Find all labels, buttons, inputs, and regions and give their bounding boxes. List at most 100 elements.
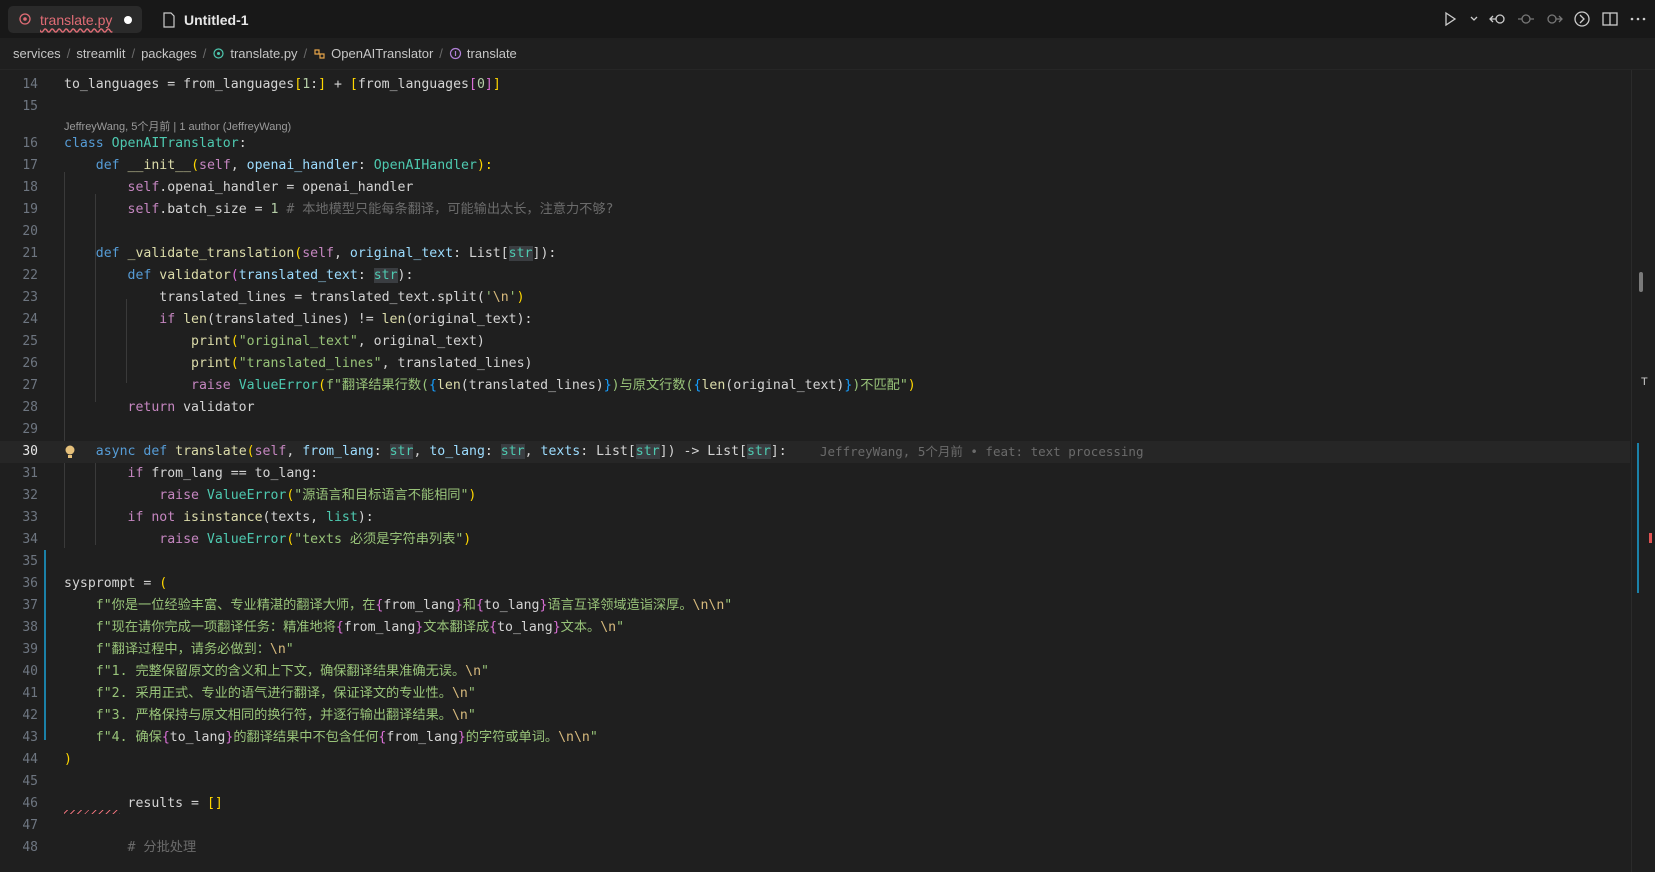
code-text: f"1. 完整保留原文的含义和上下文，确保翻译结果准确无误。\n" xyxy=(95,664,489,679)
line-number: 14 xyxy=(22,77,38,92)
unsaved-dot-icon[interactable] xyxy=(124,16,132,24)
open-changes-icon[interactable] xyxy=(1573,10,1591,28)
code-text: to_languages = from_languages[1:] + [fro… xyxy=(64,77,501,92)
code-text: raise ValueError(f"翻译结果行数({len(translate… xyxy=(191,378,916,393)
line-number: 44 xyxy=(22,752,38,767)
line-number: 15 xyxy=(22,99,38,114)
split-editor-icon[interactable] xyxy=(1601,10,1619,28)
line-number: 47 xyxy=(22,818,38,833)
breadcrumb-item[interactable]: streamlit xyxy=(76,46,125,61)
code-text: f"3. 严格保持与原文相同的换行符，并逐行输出翻译结果。\n" xyxy=(95,708,476,723)
line-number: 24 xyxy=(22,312,38,327)
line-number: 48 xyxy=(22,840,38,855)
error-squiggle[interactable] xyxy=(64,810,120,814)
more-icon[interactable] xyxy=(1629,10,1647,28)
tab-untitled-1[interactable]: Untitled-1 xyxy=(152,6,259,33)
line-number: 16 xyxy=(22,136,38,151)
code-text: raise ValueError("texts 必须是字符串列表") xyxy=(159,532,472,547)
code-text: f"翻译过程中，请务必做到：\n" xyxy=(95,642,294,657)
code-text: raise ValueError("源语言和目标语言不能相同") xyxy=(159,488,477,503)
scrollbar-error-marker xyxy=(1649,533,1652,543)
code-text: async def translate(self, from_lang: str… xyxy=(95,444,787,459)
line-number: 41 xyxy=(22,686,38,701)
line-number: 26 xyxy=(22,356,38,371)
line-number: 29 xyxy=(22,422,38,437)
python-file-icon xyxy=(18,12,34,28)
inline-blame[interactable]: JeffreyWang, 5个月前 • feat: text processin… xyxy=(820,441,1143,463)
line-number: 34 xyxy=(22,532,38,547)
code-text: return validator xyxy=(127,400,255,415)
go-forward-icon[interactable] xyxy=(1545,10,1563,28)
line-number: 36 xyxy=(22,576,38,591)
file-icon xyxy=(162,11,178,28)
editor-actions xyxy=(1441,10,1647,28)
code-text: sysprompt = ( xyxy=(64,576,168,591)
current-line: 30 async def translate(self, from_lang: … xyxy=(0,441,1630,463)
line-number: 17 xyxy=(22,158,38,173)
code-text: if not isinstance(texts, list): xyxy=(127,510,374,525)
line-number: 28 xyxy=(22,400,38,415)
line-number: 38 xyxy=(22,620,38,635)
tab-translate-py[interactable]: translate.py xyxy=(8,6,142,33)
breadcrumb-item[interactable]: OpenAITranslator xyxy=(331,46,433,61)
tab-label: translate.py xyxy=(40,11,113,28)
code-text: if len(translated_lines) != len(original… xyxy=(159,312,533,327)
class-icon xyxy=(313,47,326,60)
code-text: f"现在请你完成一项翻译任务：精准地将{from_lang}文本翻译成{to_l… xyxy=(95,620,625,635)
line-number: 40 xyxy=(22,664,38,679)
breadcrumb-item[interactable]: services xyxy=(13,46,61,61)
line-number: 31 xyxy=(22,466,38,481)
breadcrumb-item[interactable]: translate.py xyxy=(230,46,297,61)
chevron-down-icon[interactable] xyxy=(1469,10,1479,28)
line-number: 25 xyxy=(22,334,38,349)
code-text: f"你是一位经验丰富、专业精湛的翻译大师，在{from_lang}和{to_la… xyxy=(95,598,733,613)
code-text: self.openai_handler = openai_handler xyxy=(127,180,414,195)
line-number: 30 xyxy=(22,444,38,459)
code-text: # 分批处理 xyxy=(127,840,197,855)
line-number: 42 xyxy=(22,708,38,723)
code-text: f"4. 确保{to_lang}的翻译结果中不包含任何{from_lang}的字… xyxy=(95,730,598,745)
line-number: 27 xyxy=(22,378,38,393)
line-number: 21 xyxy=(22,246,38,261)
text-cursor-icon: T xyxy=(1641,376,1648,388)
go-back-icon[interactable] xyxy=(1489,10,1507,28)
code-text: def _validate_translation(self, original… xyxy=(95,246,557,261)
line-number: 33 xyxy=(22,510,38,525)
code-text: f"2. 采用正式、专业的语气进行翻译，保证译文的专业性。\n" xyxy=(95,686,476,701)
code-text: def validator(translated_text: str): xyxy=(127,268,414,283)
code-text: if from_lang == to_lang: xyxy=(127,466,319,481)
line-number: 20 xyxy=(22,224,38,239)
run-icon[interactable] xyxy=(1441,10,1459,28)
code-text: def __init__(self, openai_handler: OpenA… xyxy=(95,158,493,173)
code-line: 14 to_languages = from_languages[1:] + [… xyxy=(0,74,1630,96)
overview-ruler[interactable]: T xyxy=(1631,70,1655,872)
line-number: 46 xyxy=(22,796,38,811)
tab-bar: translate.py Untitled-1 xyxy=(0,0,1655,38)
python-file-icon xyxy=(212,47,225,60)
line-number: 37 xyxy=(22,598,38,613)
code-text: class OpenAITranslator: xyxy=(64,136,247,151)
breadcrumb-item[interactable]: packages xyxy=(141,46,197,61)
line-number: 22 xyxy=(22,268,38,283)
line-number: 23 xyxy=(22,290,38,305)
scrollbar-thumb[interactable] xyxy=(1639,272,1643,292)
code-text: print("translated_lines", translated_lin… xyxy=(191,356,533,371)
line-number: 45 xyxy=(22,774,38,789)
scrollbar-change-marker xyxy=(1637,443,1639,593)
code-text: translated_lines = translated_text.split… xyxy=(159,290,525,305)
code-text: self.batch_size = 1 # 本地模型只能每条翻译，可能输出太长，… xyxy=(127,202,614,217)
tab-label: Untitled-1 xyxy=(184,11,249,28)
line-number: 32 xyxy=(22,488,38,503)
code-text: print("original_text", original_text) xyxy=(191,334,485,349)
line-number: 39 xyxy=(22,642,38,657)
line-number: 19 xyxy=(22,202,38,217)
code-text: ) xyxy=(64,752,72,767)
breadcrumb: services / streamlit / packages / translate… xyxy=(0,38,1655,70)
line-number: 43 xyxy=(22,730,38,745)
line-number: 18 xyxy=(22,180,38,195)
code-editor[interactable]: 14 to_languages = from_languages[1:] + [… xyxy=(0,70,1630,872)
line-number: 35 xyxy=(22,554,38,569)
breadcrumb-item[interactable]: translate xyxy=(467,46,517,61)
method-icon xyxy=(449,47,462,60)
git-commit-icon[interactable] xyxy=(1517,10,1535,28)
